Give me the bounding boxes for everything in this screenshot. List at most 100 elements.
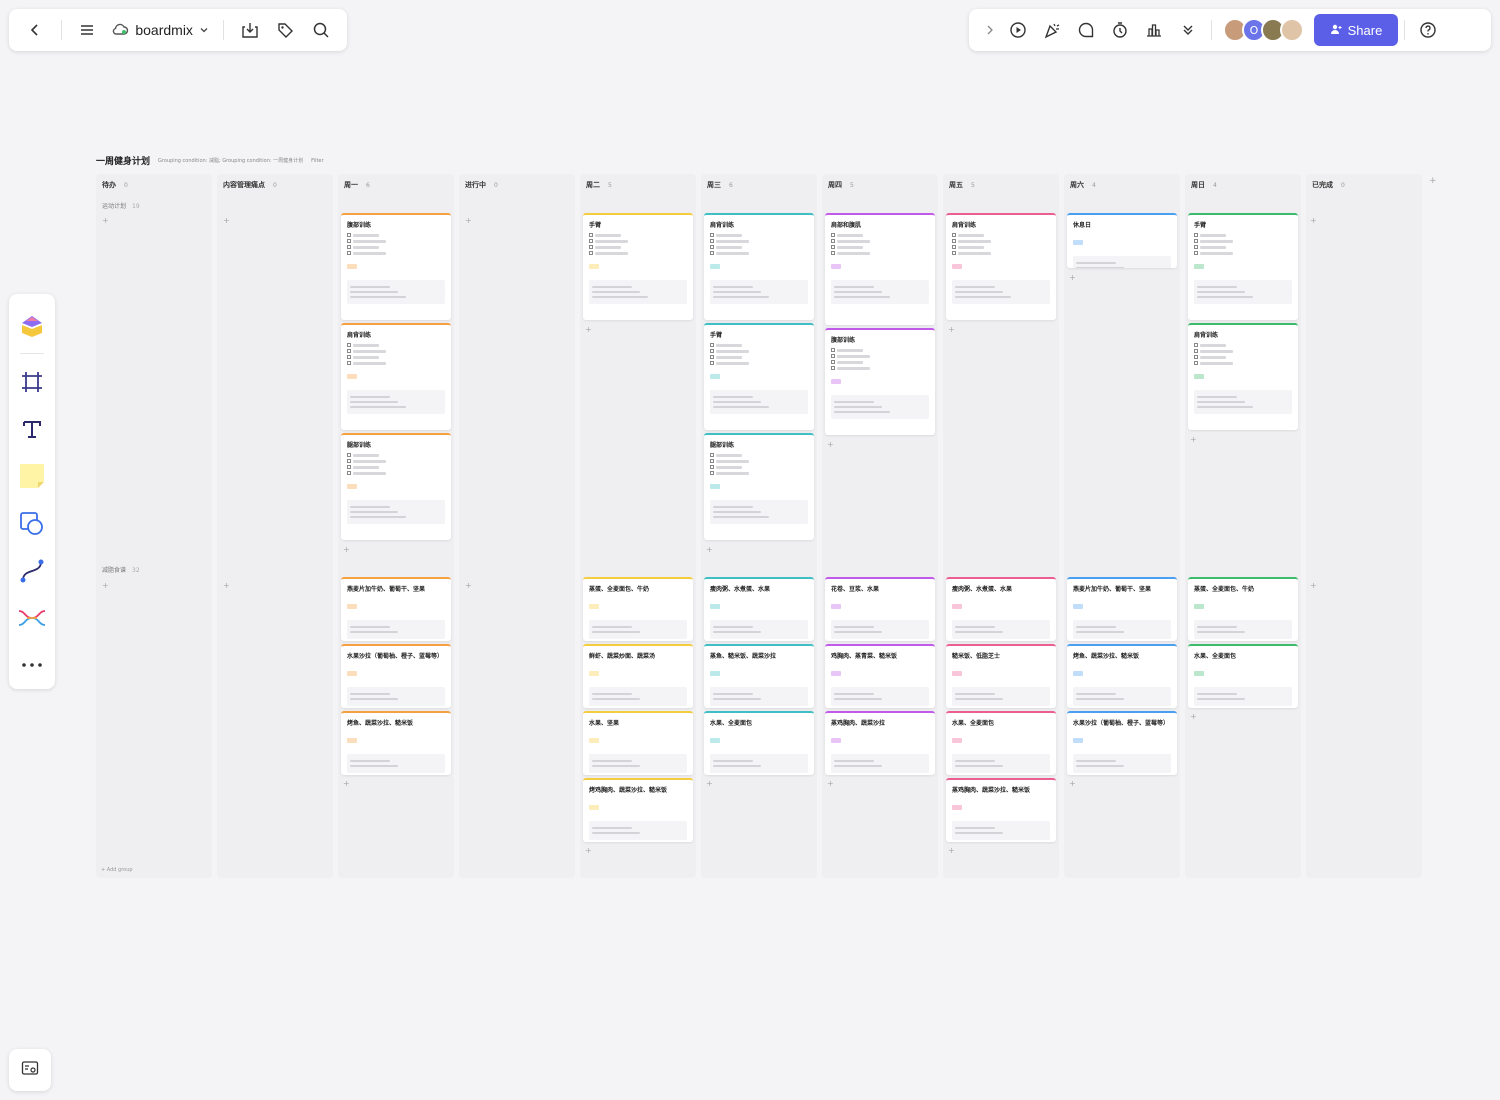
comment-icon[interactable] xyxy=(1069,13,1103,47)
more-icon[interactable] xyxy=(14,642,50,689)
add-card-button[interactable]: + xyxy=(706,779,713,788)
add-column-button[interactable]: + xyxy=(1429,176,1437,186)
add-card-button[interactable]: + xyxy=(102,216,109,225)
shape-icon[interactable] xyxy=(14,500,50,547)
checklist-item[interactable] xyxy=(952,239,1050,243)
board-title[interactable]: 一周健身计划 xyxy=(96,154,150,167)
checklist-item[interactable] xyxy=(1194,343,1292,347)
avatar[interactable] xyxy=(1280,18,1304,42)
checklist-item[interactable] xyxy=(347,251,445,255)
checklist-item[interactable] xyxy=(831,245,929,249)
kanban-card[interactable]: 烤鱼、蔬菜沙拉、糙米饭 xyxy=(341,711,451,775)
checklist-item[interactable] xyxy=(952,251,1050,255)
add-card-button[interactable]: + xyxy=(223,216,230,225)
kanban-card[interactable]: 肩背训练 xyxy=(704,213,814,320)
kanban-card[interactable]: 水果、全麦面包 xyxy=(946,711,1056,775)
kanban-card[interactable]: 瘦肉粥、水煮蛋、水果 xyxy=(946,577,1056,641)
kanban-card[interactable]: 水果、全麦面包 xyxy=(1188,644,1298,708)
add-card-button[interactable]: + xyxy=(948,846,955,855)
column-header[interactable]: 周一 6 xyxy=(344,180,370,190)
document-title[interactable]: boardmix xyxy=(107,22,213,39)
kanban-card[interactable]: 燕麦片加牛奶、葡萄干、坚果 xyxy=(341,577,451,641)
kanban-card[interactable]: 肩背训练 xyxy=(341,323,451,430)
kanban-card[interactable]: 烤鱼、蔬菜沙拉、糙米饭 xyxy=(1067,644,1177,708)
add-card-button[interactable]: + xyxy=(223,581,230,590)
kanban-card[interactable]: 手臂 xyxy=(704,323,814,430)
add-card-button[interactable]: + xyxy=(706,545,713,554)
checklist-item[interactable] xyxy=(710,465,808,469)
kanban-card[interactable]: 水果、全麦面包 xyxy=(704,711,814,775)
checklist-item[interactable] xyxy=(589,245,687,249)
column-header[interactable]: 周三 6 xyxy=(707,180,733,190)
kanban-card[interactable]: 燕麦片加牛奶、葡萄干、坚果 xyxy=(1067,577,1177,641)
share-button[interactable]: Share xyxy=(1314,14,1398,46)
add-card-button[interactable]: + xyxy=(465,581,472,590)
checklist-item[interactable] xyxy=(347,239,445,243)
checklist-item[interactable] xyxy=(710,349,808,353)
connector-icon[interactable] xyxy=(14,547,50,594)
kanban-card[interactable]: 烤鸡胸肉、蔬菜沙拉、糙米饭 xyxy=(583,778,693,842)
column-header[interactable]: 进行中 0 xyxy=(465,180,498,190)
checklist-item[interactable] xyxy=(1194,361,1292,365)
kanban-card[interactable]: 水果沙拉（葡萄柚、橙子、蓝莓等） xyxy=(1067,711,1177,775)
column-header[interactable]: 周六 4 xyxy=(1070,180,1096,190)
checklist-item[interactable] xyxy=(347,465,445,469)
templates-icon[interactable] xyxy=(14,302,50,349)
kanban-card[interactable]: 花卷、豆浆、水果 xyxy=(825,577,935,641)
group-label-exercise[interactable]: 运动计划 19 xyxy=(102,201,140,210)
add-group-button[interactable]: + Add group xyxy=(101,867,133,873)
checklist-item[interactable] xyxy=(347,233,445,237)
minimap-toggle[interactable] xyxy=(9,1049,51,1091)
checklist-item[interactable] xyxy=(831,233,929,237)
filter-button[interactable]: Filter xyxy=(311,158,323,164)
checklist-item[interactable] xyxy=(831,354,929,358)
frame-icon[interactable] xyxy=(14,358,50,405)
add-card-button[interactable]: + xyxy=(343,779,350,788)
checklist-item[interactable] xyxy=(347,471,445,475)
kanban-card[interactable]: 水果、坚果 xyxy=(583,711,693,775)
grouping-condition[interactable]: Grouping condition: 减脂; Grouping conditi… xyxy=(158,157,303,164)
kanban-card[interactable]: 蒸蛋、全麦面包、牛奶 xyxy=(1188,577,1298,641)
checklist-item[interactable] xyxy=(710,471,808,475)
checklist-item[interactable] xyxy=(347,453,445,457)
add-card-button[interactable]: + xyxy=(465,216,472,225)
checklist-item[interactable] xyxy=(347,355,445,359)
kanban-card[interactable]: 腹部训练 xyxy=(341,213,451,320)
chevron-double-down-icon[interactable] xyxy=(1171,13,1205,47)
checklist-item[interactable] xyxy=(710,361,808,365)
kanban-card[interactable]: 腿部训练 xyxy=(341,433,451,540)
column-header[interactable]: 周四 5 xyxy=(828,180,854,190)
add-card-button[interactable]: + xyxy=(1310,581,1317,590)
checklist-item[interactable] xyxy=(1194,239,1292,243)
checklist-item[interactable] xyxy=(831,239,929,243)
add-card-button[interactable]: + xyxy=(827,440,834,449)
checklist-item[interactable] xyxy=(347,459,445,463)
checklist-item[interactable] xyxy=(1194,245,1292,249)
kanban-card[interactable]: 蒸鸡胸肉、蔬菜沙拉、糙米饭 xyxy=(946,778,1056,842)
play-icon[interactable] xyxy=(1001,13,1035,47)
checklist-item[interactable] xyxy=(710,245,808,249)
add-card-button[interactable]: + xyxy=(1190,712,1197,721)
column-header[interactable]: 已完成 0 xyxy=(1312,180,1345,190)
checklist-item[interactable] xyxy=(952,233,1050,237)
tag-icon[interactable] xyxy=(270,13,302,47)
kanban-card[interactable]: 腿部训练 xyxy=(704,433,814,540)
checklist-item[interactable] xyxy=(347,361,445,365)
add-card-button[interactable]: + xyxy=(102,581,109,590)
add-card-button[interactable]: + xyxy=(343,545,350,554)
checklist-item[interactable] xyxy=(710,355,808,359)
checklist-item[interactable] xyxy=(710,239,808,243)
checklist-item[interactable] xyxy=(710,233,808,237)
help-icon[interactable] xyxy=(1411,13,1445,47)
timer-icon[interactable] xyxy=(1103,13,1137,47)
checklist-item[interactable] xyxy=(1194,251,1292,255)
party-icon[interactable] xyxy=(1035,13,1069,47)
back-icon[interactable] xyxy=(19,13,51,47)
download-icon[interactable] xyxy=(234,13,266,47)
checklist-item[interactable] xyxy=(347,349,445,353)
checklist-item[interactable] xyxy=(831,366,929,370)
column-header[interactable]: 周日 4 xyxy=(1191,180,1217,190)
kanban-card[interactable]: 肩部和腹肌 xyxy=(825,213,935,325)
add-card-button[interactable]: + xyxy=(948,325,955,334)
group-label-diet[interactable]: 减脂食谱 32 xyxy=(102,565,140,574)
